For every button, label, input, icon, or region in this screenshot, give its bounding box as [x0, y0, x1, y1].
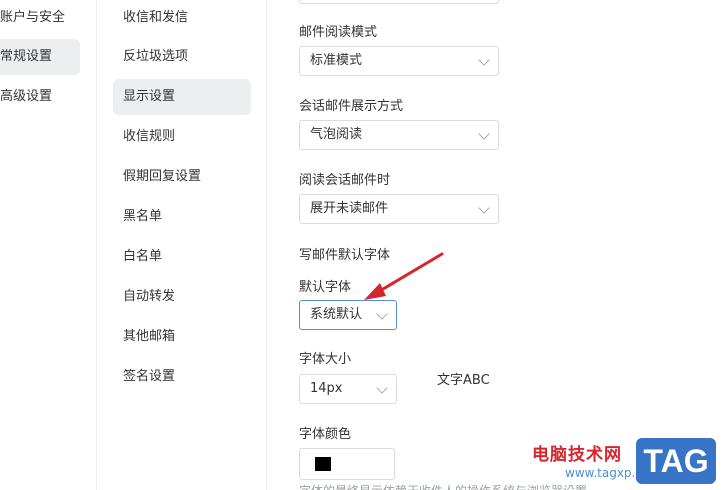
- conversation-read-label: 阅读会话邮件时: [299, 173, 391, 188]
- chevron-down-icon: [376, 382, 388, 394]
- font-color-label: 字体颜色: [299, 427, 352, 442]
- compose-font-section-label: 写邮件默认字体: [299, 248, 391, 263]
- read-mode-value: 标准模式: [310, 53, 363, 68]
- chevron-down-icon: [478, 54, 490, 66]
- chevron-down-icon: [376, 308, 388, 320]
- menu-item-send-receive[interactable]: 收信和发信: [113, 0, 251, 36]
- font-preview-text: 文字ABC: [437, 373, 490, 388]
- menu-item-signature[interactable]: 签名设置: [113, 359, 251, 395]
- menu-item-auto-forward[interactable]: 自动转发: [113, 279, 251, 315]
- font-size-value: 14px: [310, 381, 343, 396]
- conversation-read-value: 展开未读邮件: [310, 201, 389, 216]
- chevron-down-icon: [478, 202, 490, 214]
- watermark-tag-logo: TAG: [636, 438, 716, 484]
- watermark-site-name: 电脑技术网: [532, 445, 622, 465]
- left-nav-item-general-settings[interactable]: 常规设置: [0, 39, 80, 75]
- left-nav: 账户与安全 常规设置 高级设置: [0, 0, 96, 490]
- conversation-display-value: 气泡阅读: [310, 127, 363, 142]
- conversation-read-select[interactable]: 展开未读邮件: [299, 194, 499, 224]
- font-color-picker[interactable]: [299, 448, 395, 480]
- left-nav-item-advanced-settings[interactable]: 高级设置: [0, 79, 80, 115]
- font-color-swatch: [315, 457, 331, 471]
- conversation-display-select[interactable]: 气泡阅读: [299, 120, 499, 150]
- default-font-label: 默认字体: [299, 280, 352, 295]
- conversation-display-label: 会话邮件展示方式: [299, 99, 404, 114]
- menu-item-other-mailboxes[interactable]: 其他邮箱: [113, 319, 251, 355]
- display-settings-panel: 邮件阅读模式 标准模式 会话邮件展示方式 气泡阅读 阅读会话邮件时 展开未读邮件…: [266, 0, 722, 490]
- previous-select-bottom[interactable]: [299, 0, 499, 4]
- menu-item-anti-spam[interactable]: 反垃圾选项: [113, 39, 251, 75]
- default-font-value: 系统默认: [310, 307, 363, 322]
- menu-item-display-settings[interactable]: 显示设置: [113, 79, 251, 115]
- menu-item-whitelist[interactable]: 白名单: [113, 239, 251, 275]
- left-nav-item-account-security[interactable]: 账户与安全: [0, 0, 80, 36]
- font-size-label: 字体大小: [299, 352, 352, 367]
- read-mode-label: 邮件阅读模式: [299, 25, 378, 40]
- font-display-note: 字体的最终显示依赖于收件人的操作系统与浏览器设置: [299, 482, 587, 490]
- read-mode-select[interactable]: 标准模式: [299, 46, 499, 76]
- settings-menu: 收信和发信 反垃圾选项 显示设置 收信规则 假期回复设置 黑名单 白名单 自动转…: [96, 0, 266, 490]
- menu-item-blacklist[interactable]: 黑名单: [113, 199, 251, 235]
- default-font-select[interactable]: 系统默认: [299, 300, 397, 330]
- menu-item-vacation-reply[interactable]: 假期回复设置: [113, 159, 251, 195]
- font-size-select[interactable]: 14px: [299, 374, 397, 404]
- menu-item-inbox-rules[interactable]: 收信规则: [113, 119, 251, 155]
- chevron-down-icon: [478, 128, 490, 140]
